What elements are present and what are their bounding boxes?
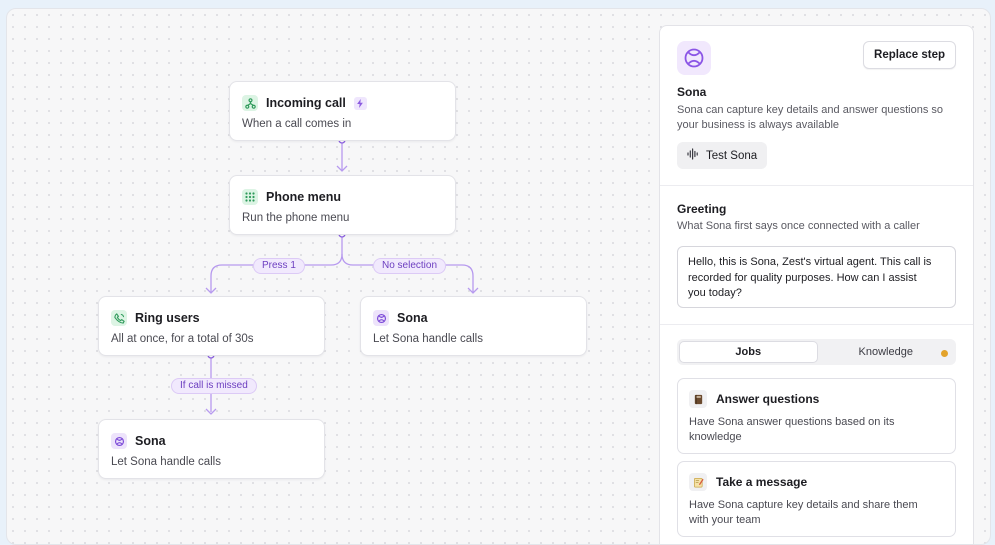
job-description-line-1: Have Sona answer questions based on its [689,416,895,428]
sona-icon [373,310,389,326]
replace-step-button[interactable]: Replace step [863,41,956,69]
node-title: Sona [135,434,166,448]
ring-users-node[interactable]: Ring users All at once, for a total of 3… [98,296,325,356]
phone-tree-icon [242,95,258,111]
job-title: Answer questions [716,392,820,406]
job-card-take-message[interactable]: Take a message Have Sona capture key det… [677,461,956,537]
tab-jobs[interactable]: Jobs [679,341,818,363]
sona-node-missed[interactable]: Sona Let Sona handle calls [98,419,325,479]
sona-node-no-selection[interactable]: Sona Let Sona handle calls [360,296,587,356]
keypad-icon [242,189,258,205]
node-subtitle: Let Sona handle calls [111,456,221,468]
job-description-line-2: knowledge [689,431,742,443]
agent-description-line-1: Sona can capture key details and answer … [677,104,943,116]
agent-description-line-2: your business is always available [677,119,840,131]
sona-logo-icon [677,41,711,75]
incoming-call-node[interactable]: Incoming call When a call comes in [229,81,456,141]
branch-label-no-selection[interactable]: No selection [373,258,447,274]
node-title: Sona [397,311,428,325]
greeting-text-line-3: you today? [688,287,742,299]
sona-icon [111,433,127,449]
step-details-panel: Replace step Sona Sona can capture key d… [659,25,974,545]
node-title: Incoming call [266,96,346,110]
book-icon [689,390,707,408]
agent-name: Sona [677,85,707,99]
tab-knowledge-label: Knowledge [858,346,913,358]
test-sona-button[interactable]: Test Sona [677,142,768,169]
phone-menu-node[interactable]: Phone menu Run the phone menu [229,175,456,235]
job-description-line-2: with your team [689,514,761,526]
test-sona-label: Test Sona [706,149,758,162]
node-subtitle: Run the phone menu [242,212,350,224]
job-card-answer-questions[interactable]: Answer questions Have Sona answer questi… [677,378,956,454]
branch-label-if-missed[interactable]: If call is missed [171,378,257,394]
greeting-text-line-1: Hello, this is Sona, Zest's virtual agen… [688,256,932,268]
bolt-icon [353,96,367,110]
waveform-icon [687,148,699,163]
tab-knowledge[interactable]: Knowledge [818,341,955,363]
node-title: Phone menu [266,190,342,204]
greeting-title: Greeting [677,202,727,216]
job-title: Take a message [716,475,808,489]
notification-dot [941,350,948,357]
job-description-line-1: Have Sona capture key details and share … [689,499,918,511]
node-subtitle: Let Sona handle calls [373,333,483,345]
node-title: Ring users [135,311,200,325]
job-description: Have Sona answer questions based on its … [689,415,944,445]
greeting-text-line-2: recorded for quality purposes. How can I… [688,271,917,284]
jobs-knowledge-tabs: Jobs Knowledge [677,339,956,365]
greeting-description: What Sona first says once connected with… [677,220,920,232]
agent-section: Replace step Sona Sona can capture key d… [660,26,973,186]
greeting-textarea[interactable]: Hello, this is Sona, Zest's virtual agen… [677,246,956,308]
phone-ring-icon [111,310,127,326]
job-description: Have Sona capture key details and share … [689,498,944,528]
node-subtitle: When a call comes in [242,118,352,130]
node-subtitle: All at once, for a total of 30s [111,333,254,345]
notepad-icon [689,473,707,491]
branch-label-press-1[interactable]: Press 1 [253,258,305,274]
